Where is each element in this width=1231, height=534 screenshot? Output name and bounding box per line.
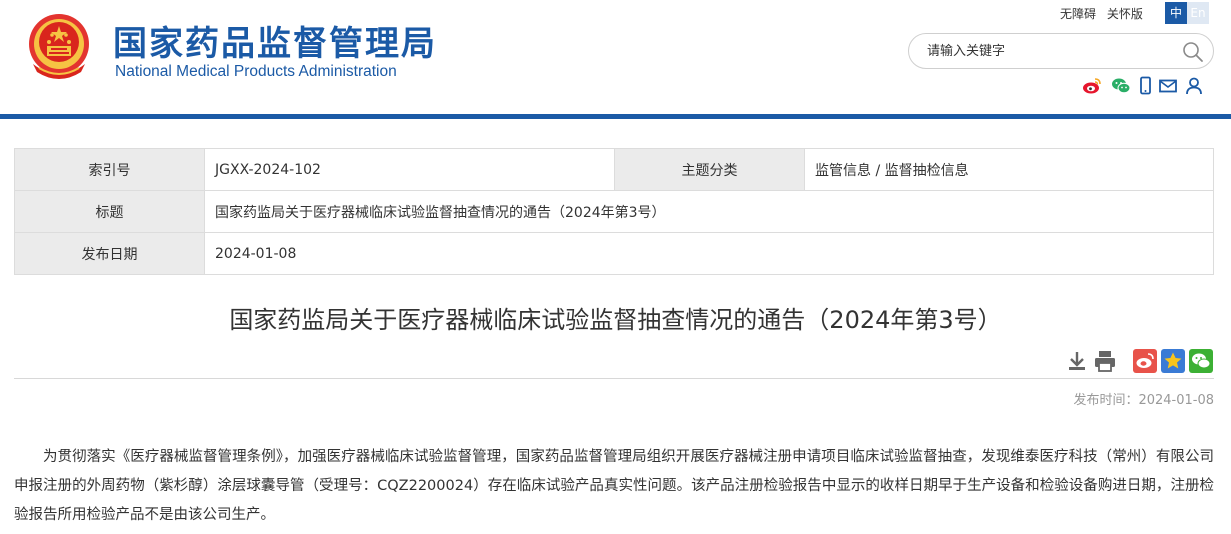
search-input[interactable] — [927, 41, 1167, 61]
print-icon[interactable] — [1093, 349, 1117, 373]
table-row: 标题 国家药监局关于医疗器械临床试验监督抽查情况的通告（2024年第3号） — [14, 190, 1214, 233]
table-row: 索引号 JGXX-2024-102 主题分类 监管信息 / 监督抽检信息 — [14, 148, 1214, 191]
article-body-paragraph: 为贯彻落实《医疗器械监督管理条例》，加强医疗器械临床试验监督管理，国家药品监督管… — [14, 449, 1214, 523]
index-label: 索引号 — [14, 148, 205, 191]
user-icon[interactable] — [1184, 76, 1204, 96]
site-title-english[interactable]: National Medical Products Administration — [115, 63, 397, 81]
top-links: 无障碍 关怀版 — [1060, 5, 1150, 22]
wechat-icon[interactable] — [1111, 76, 1131, 96]
category-value: 监管信息 / 监督抽检信息 — [804, 148, 1214, 191]
title-value: 国家药监局关于医疗器械临床试验监督抽查情况的通告（2024年第3号） — [204, 190, 1214, 233]
mobile-icon[interactable] — [1136, 76, 1156, 96]
lang-chinese-button[interactable]: 中 — [1165, 2, 1187, 24]
lang-english-button[interactable]: En — [1187, 2, 1209, 24]
article-divider — [14, 378, 1214, 379]
table-row: 发布日期 2024-01-08 — [14, 232, 1214, 275]
title-label: 标题 — [14, 190, 205, 233]
index-value: JGXX-2024-102 — [204, 148, 615, 191]
weibo-share-icon[interactable] — [1133, 349, 1157, 373]
elder-care-link[interactable]: 关怀版 — [1107, 7, 1143, 21]
national-emblem-logo[interactable] — [25, 12, 93, 82]
weibo-icon[interactable] — [1082, 76, 1102, 96]
site-title[interactable]: 国家药品监督管理局 — [113, 16, 437, 65]
favorite-icon[interactable] — [1161, 349, 1185, 373]
publish-time: 发布时间：2024-01-08 — [1073, 393, 1214, 408]
site-header: 国家药品监督管理局 National Medical Products Admi… — [0, 0, 1231, 114]
category-label: 主题分类 — [614, 148, 805, 191]
header-divider-bar — [0, 114, 1231, 119]
search-icon[interactable] — [1182, 41, 1204, 63]
date-label: 发布日期 — [14, 232, 205, 275]
wechat-share-icon[interactable] — [1189, 349, 1213, 373]
document-info-table: 索引号 JGXX-2024-102 主题分类 监管信息 / 监督抽检信息 标题 … — [14, 148, 1214, 275]
article-title: 国家药监局关于医疗器械临床试验监督抽查情况的通告（2024年第3号） — [229, 306, 1002, 334]
date-value: 2024-01-08 — [204, 232, 1214, 275]
accessibility-link[interactable]: 无障碍 — [1060, 7, 1096, 21]
download-icon[interactable] — [1065, 349, 1089, 373]
mail-icon[interactable] — [1158, 76, 1178, 96]
search-box — [908, 33, 1214, 69]
